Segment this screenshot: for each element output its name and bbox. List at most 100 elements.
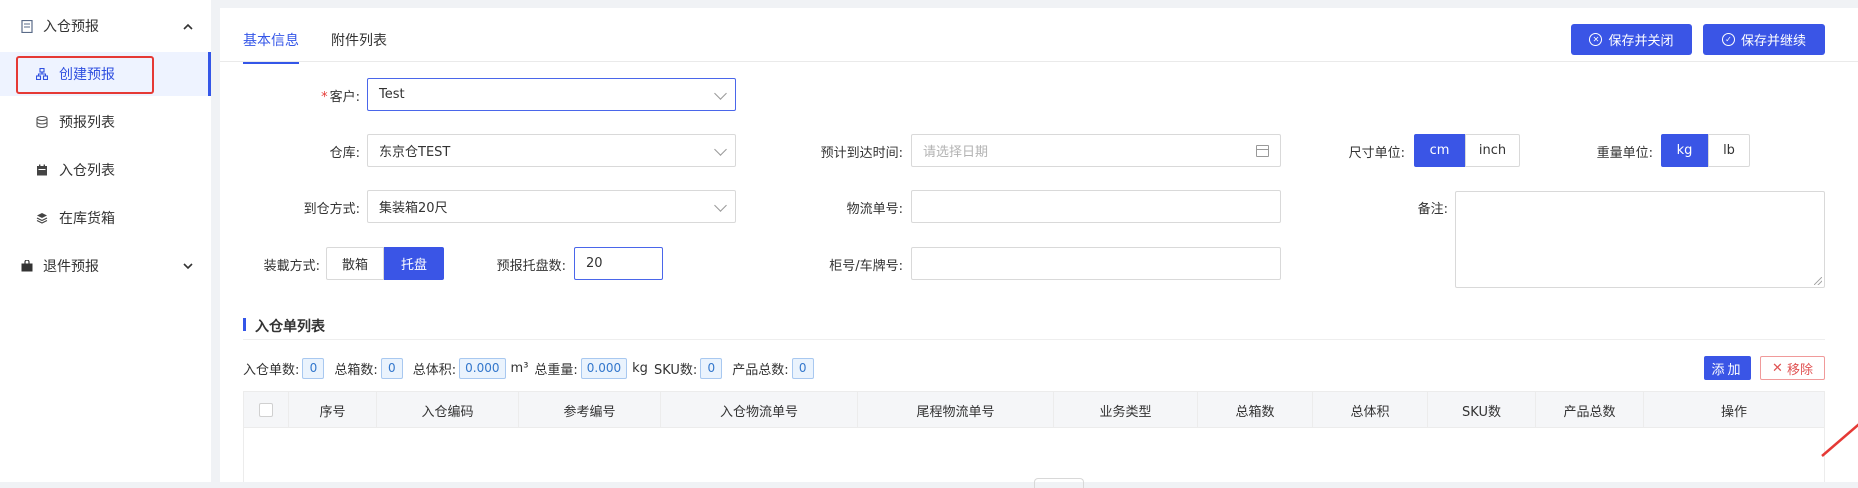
remark-label: 备注: — [1417, 202, 1448, 217]
size-unit-cm[interactable]: cm — [1414, 134, 1465, 167]
pallet-count-label: 预报托盘数: — [496, 259, 566, 274]
warehouse-select[interactable]: 东京仓TEST — [367, 134, 736, 167]
tracking-no-label: 物流单号: — [846, 202, 903, 217]
box-count-value: 0 — [380, 357, 403, 379]
sitemap-icon — [36, 68, 48, 80]
column-header: 序号 — [289, 392, 377, 428]
resize-grip-icon[interactable] — [1814, 277, 1822, 285]
weight-unit: kg — [632, 360, 648, 376]
tab-attachments[interactable]: 附件列表 — [331, 30, 387, 50]
size-unit-label: 尺寸单位: — [1348, 146, 1405, 161]
save-and-continue-button[interactable]: ✓ 保存并继续 — [1703, 24, 1825, 55]
remark-textarea[interactable] — [1455, 191, 1825, 288]
weight-unit-lb[interactable]: lb — [1708, 134, 1750, 167]
warehouse-label: 仓库: — [329, 146, 360, 161]
tracking-no-input[interactable] — [911, 190, 1281, 223]
pallet-count-value: 20 — [586, 256, 603, 271]
sidebar-group-label: 退件预报 — [43, 259, 99, 275]
weight-value: 0.000 — [580, 357, 628, 379]
select-all-cell — [244, 392, 289, 428]
save-and-close-label: 保存并关闭 — [1608, 34, 1674, 49]
sidebar-item-label: 入仓列表 — [59, 163, 115, 179]
pallet-count-input[interactable]: 20 — [574, 247, 663, 280]
chevron-down-icon — [714, 199, 727, 212]
calendar-icon — [36, 164, 48, 176]
add-button[interactable]: 添加 — [1704, 356, 1751, 380]
table-header: 序号 入仓编码 参考编号 入仓物流单号 尾程物流单号 业务类型 总箱数 总体积 … — [244, 392, 1824, 428]
document-icon — [20, 19, 34, 33]
column-header: 总体积 — [1313, 392, 1428, 428]
volume-label: 总体积: — [412, 362, 457, 378]
column-header: 参考编号 — [519, 392, 661, 428]
box-count-label: 总箱数: — [334, 362, 378, 378]
arrival-date-placeholder: 请选择日期 — [923, 145, 989, 160]
remove-label: 移除 — [1786, 362, 1813, 378]
sidebar-item-label: 在库货箱 — [59, 211, 115, 227]
customer-label-text: 客户: — [329, 90, 360, 105]
customer-select[interactable]: Test — [367, 78, 736, 111]
database-icon — [36, 116, 48, 128]
required-mark: * — [321, 90, 328, 105]
sidebar-group-label: 入仓预报 — [43, 19, 99, 35]
chevron-up-icon — [183, 19, 193, 33]
arrival-method-label: 到仓方式: — [303, 202, 360, 217]
section-title: 入仓单列表 — [243, 316, 325, 336]
container-no-input[interactable] — [911, 247, 1281, 280]
weight-label: 总重量: — [534, 362, 578, 378]
arrival-method-select[interactable]: 集装箱20尺 — [367, 190, 736, 223]
weight-unit-kg[interactable]: kg — [1661, 134, 1708, 167]
arrival-time-label: 预计到达时间: — [820, 146, 903, 161]
calendar-icon — [1256, 145, 1269, 157]
customer-label: * 客户: — [280, 86, 360, 105]
sidebar: 入仓预报 创建预报 预报列表 入仓列表 在库货箱 退件预报 — [0, 0, 211, 482]
chevron-down-icon — [714, 87, 727, 100]
empty-state-icon — [1034, 478, 1084, 488]
column-header: 操作 — [1720, 404, 1747, 420]
volume-value: 0.000 — [459, 357, 506, 379]
sidebar-item-stock-boxes[interactable]: 在库货箱 — [0, 196, 211, 240]
sidebar-item-inbound-list[interactable]: 入仓列表 — [0, 148, 211, 192]
column-header: 产品总数 — [1536, 392, 1644, 428]
product-count-value: 0 — [791, 357, 814, 379]
save-and-close-button[interactable]: ✕ 保存并关闭 — [1571, 24, 1692, 55]
column-header: 尾程物流单号 — [858, 392, 1054, 428]
arrival-date-input[interactable]: 请选择日期 — [911, 134, 1281, 167]
tab-bar: 基本信息 附件列表 ✕ 保存并关闭 ✓ 保存并继续 — [220, 8, 1858, 64]
chevron-down-icon — [183, 259, 193, 273]
sku-count-value: 0 — [700, 357, 723, 379]
column-header: 入仓物流单号 — [661, 392, 858, 428]
volume-unit: m³ — [510, 360, 529, 376]
inbound-count-label: 入仓单数: — [243, 362, 300, 378]
close-circle-icon: ✕ — [1589, 33, 1603, 46]
column-header: SKU数 — [1428, 392, 1536, 428]
arrival-method-value: 集装箱20尺 — [379, 201, 448, 216]
check-circle-icon: ✓ — [1721, 33, 1735, 46]
column-header: 入仓编码 — [377, 392, 519, 428]
column-header: 总箱数 — [1198, 392, 1313, 428]
container-no-label: 柜号/车牌号: — [829, 259, 903, 274]
loading-method-pallet[interactable]: 托盘 — [384, 247, 444, 280]
size-unit-inch[interactable]: inch — [1465, 134, 1520, 167]
sidebar-item-create-forecast[interactable]: 创建预报 — [0, 52, 211, 96]
select-all-checkbox[interactable] — [259, 403, 273, 417]
sidebar-group-return-forecast[interactable]: 退件预报 — [0, 246, 211, 286]
save-and-continue-label: 保存并继续 — [1740, 34, 1806, 49]
close-icon: ✕ — [1772, 360, 1783, 376]
sku-count-label: SKU数: — [653, 362, 698, 378]
sidebar-item-label: 预报列表 — [59, 115, 115, 131]
chevron-down-icon — [714, 143, 727, 156]
main-panel: 基本信息 附件列表 ✕ 保存并关闭 ✓ 保存并继续 * 客户: Test 仓库: … — [220, 8, 1858, 488]
inbound-count-value: 0 — [302, 357, 325, 379]
tab-basic-info[interactable]: 基本信息 — [243, 30, 299, 64]
inbound-table: 序号 入仓编码 参考编号 入仓物流单号 尾程物流单号 业务类型 总箱数 总体积 … — [243, 391, 1825, 488]
sidebar-item-forecast-list[interactable]: 预报列表 — [0, 100, 211, 144]
product-count-label: 产品总数: — [732, 362, 789, 378]
customer-value: Test — [379, 87, 405, 102]
sidebar-group-inbound-forecast[interactable]: 入仓预报 — [0, 6, 211, 46]
loading-method-label: 装載方式: — [263, 259, 320, 274]
warehouse-value: 东京仓TEST — [379, 145, 451, 160]
loading-method-loose[interactable]: 散箱 — [326, 247, 384, 280]
remove-button[interactable]: ✕ 移除 — [1760, 356, 1825, 380]
weight-unit-label: 重量单位: — [1596, 146, 1653, 161]
sidebar-item-label: 创建预报 — [59, 67, 115, 83]
